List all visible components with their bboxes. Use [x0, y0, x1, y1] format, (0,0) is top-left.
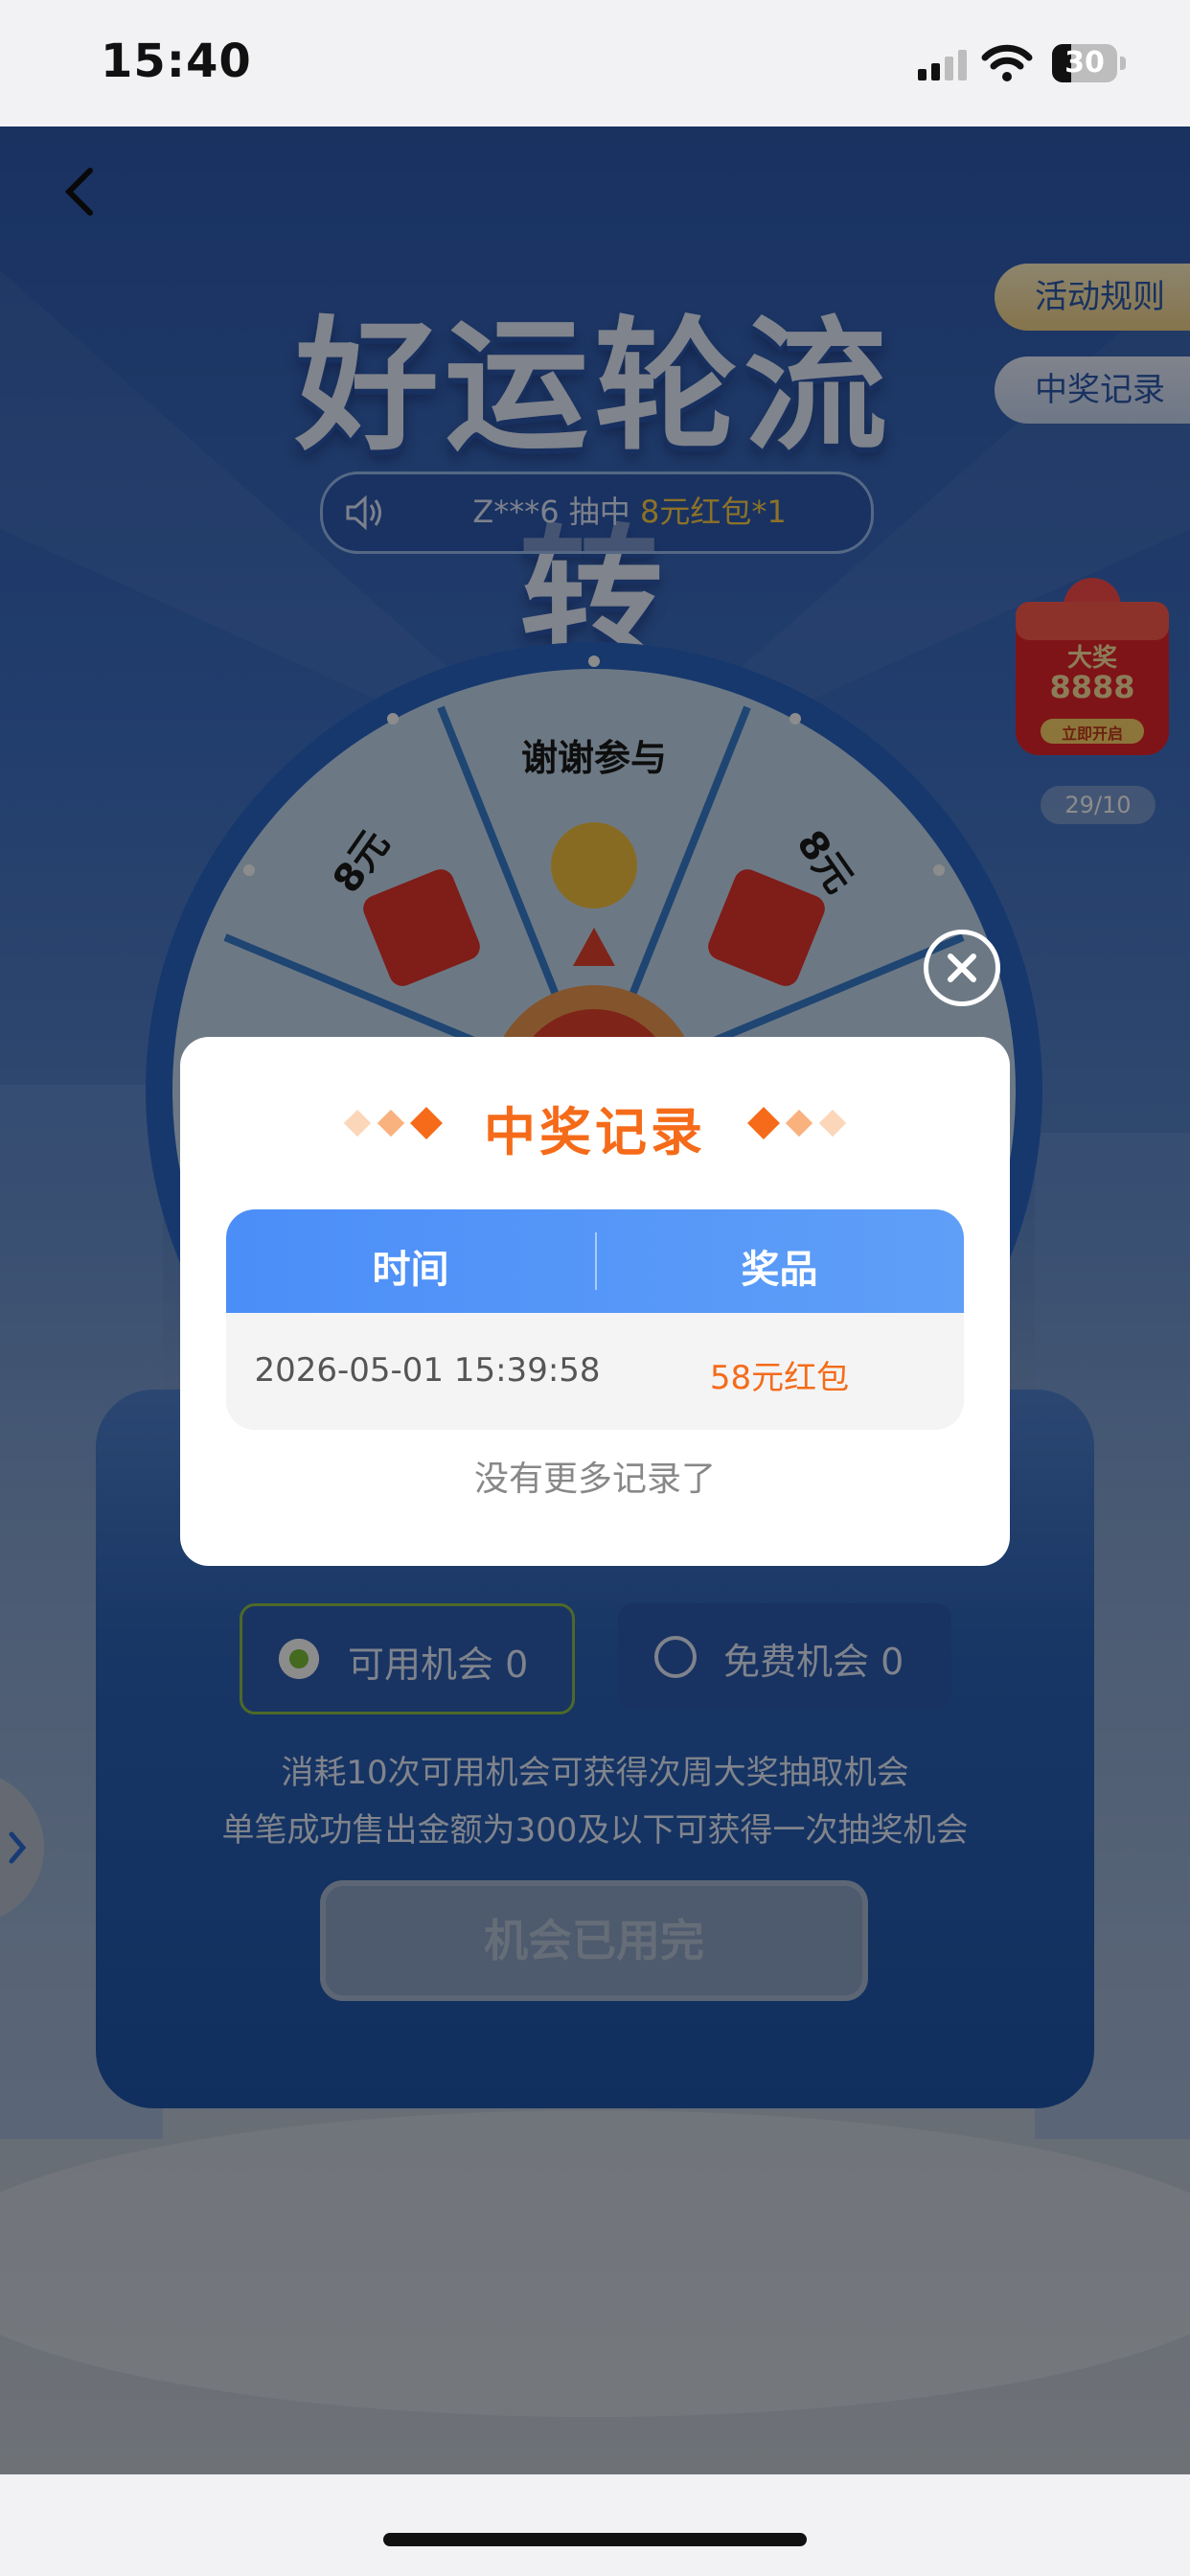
home-bar-area	[0, 2474, 1190, 2576]
modal-title: 中奖记录	[484, 1102, 706, 1162]
signal-icon	[918, 50, 968, 80]
home-indicator[interactable]	[383, 2533, 807, 2546]
column-header-time: 时间	[372, 1248, 449, 1292]
column-header-prize: 奖品	[741, 1248, 818, 1292]
record-time: 2026-05-01 15:39:58	[254, 1351, 601, 1390]
battery-icon: 30	[1052, 44, 1127, 82]
records-table-header: 时间 奖品	[226, 1209, 964, 1313]
close-icon[interactable]	[924, 930, 1000, 1006]
record-prize: 58元红包	[709, 1359, 850, 1397]
battery-level: 30	[1064, 46, 1105, 80]
winning-records-modal: 中奖记录 时间 奖品 2026-05-01 15:39:58 58元红包 没有更…	[180, 1037, 1010, 1566]
status-time: 15:40	[101, 34, 252, 88]
table-row: 2026-05-01 15:39:58 58元红包	[226, 1313, 964, 1430]
no-more-records: 没有更多记录了	[473, 1460, 716, 1499]
wifi-icon	[981, 44, 1033, 82]
